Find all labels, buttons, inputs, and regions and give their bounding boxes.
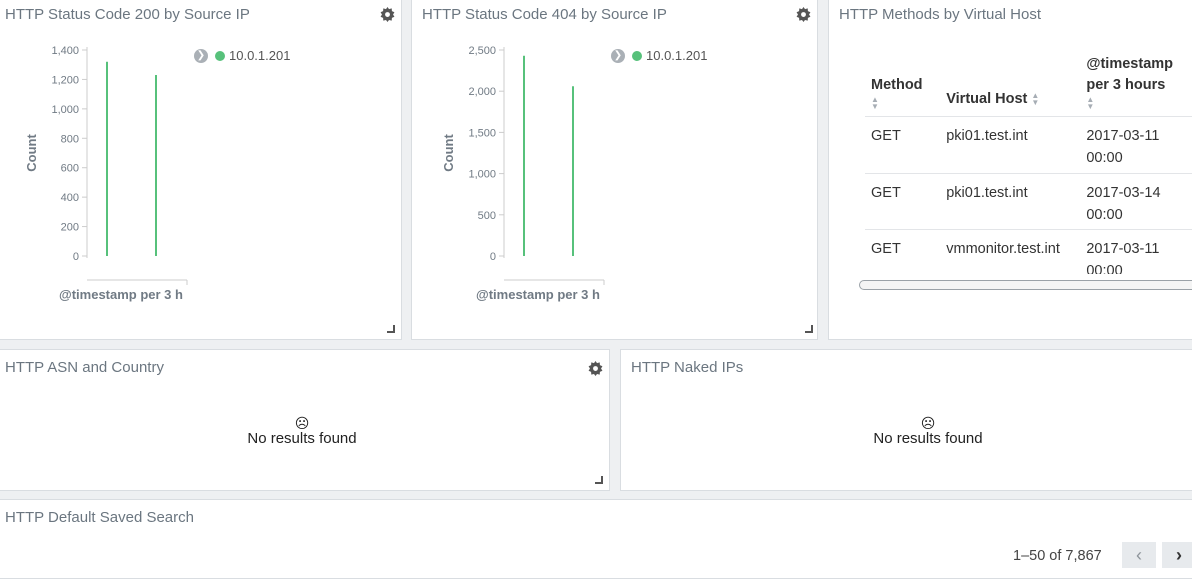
y-tick-label: 1,000 [468, 169, 496, 181]
y-tick-label: 800 [61, 133, 79, 145]
chevron-right-icon[interactable]: ❯ [194, 48, 208, 63]
table-row: GET pki01.test.int 2017-03-11 00:00 [865, 116, 1192, 174]
sort-icon[interactable]: ▲ ▼ [871, 96, 940, 111]
data-bar [523, 55, 525, 256]
y-tick-label: 0 [73, 251, 79, 263]
legend-color-dot [632, 50, 642, 61]
cell-timestamp: 2017-03-14 00:00 [1080, 173, 1192, 230]
data-bar [155, 75, 157, 256]
cell-time: 00:00 [1086, 150, 1123, 166]
column-header-virtual-host[interactable]: Virtual Host ▲ ▼ [940, 54, 1080, 117]
cell-host: pki01.test.int [940, 116, 1081, 174]
panel-methods-by-host: HTTP Methods by Virtual Host Method ▲ ▼ V… [828, 0, 1192, 340]
column-header-label: @timestamp [1086, 56, 1174, 72]
column-header-label: Method [871, 77, 923, 93]
y-tick-label: 1,400 [51, 45, 79, 57]
panel-status-200: HTTP Status Code 200 by Source IP 0 200 40… [0, 0, 402, 340]
gear-icon[interactable] [588, 361, 603, 376]
y-tick-label: 200 [61, 222, 79, 234]
legend-color-dot [215, 50, 225, 61]
y-axis-label: Count [24, 134, 39, 172]
column-header-label-2: per 3 hours [1086, 77, 1166, 93]
legend-label: 10.0.1.201 [229, 48, 291, 63]
panel-naked-ips: HTTP Naked IPs ☹ No results found [620, 349, 1192, 491]
x-axis-label: @timestamp per 3 h [476, 287, 600, 302]
chevron-right-icon[interactable]: ❯ [611, 48, 625, 63]
cell-time: 00:00 [1086, 263, 1123, 274]
chevron-right-icon[interactable]: › [1162, 542, 1192, 568]
cell-method: GET [865, 229, 941, 274]
y-tick-label: 1,000 [51, 104, 79, 116]
panel-title: HTTP Methods by Virtual Host [839, 6, 1042, 23]
cell-date: 2017-03-11 [1086, 128, 1160, 144]
x-axis-label: @timestamp per 3 h [59, 287, 183, 302]
y-axis-label: Count [441, 134, 456, 172]
resize-handle[interactable] [387, 325, 395, 333]
no-results-text: No results found [247, 430, 357, 447]
resize-handle[interactable] [805, 325, 813, 333]
pagination-text: 1–50 of 7,867 [1013, 548, 1102, 564]
cell-method: GET [865, 173, 941, 230]
cell-date: 2017-03-14 [1086, 185, 1161, 201]
y-tick-label: 1,500 [468, 127, 496, 139]
cell-host: vmmonitor.test.int [940, 229, 1081, 274]
cell-host: pki01.test.int [940, 173, 1081, 230]
cell-method: GET [865, 116, 941, 174]
chevron-left-icon[interactable]: ‹ [1122, 542, 1156, 568]
panel-asn-country: HTTP ASN and Country ☹ No results found [0, 349, 610, 491]
table-viewport: Method ▲ ▼ Virtual Host ▲ ▼ @timestamp per… [865, 54, 1192, 274]
y-tick-label: 0 [490, 251, 496, 263]
table-row: GET vmmonitor.test.int 2017-03-11 00:00 [865, 229, 1192, 274]
table-row: GET pki01.test.int 2017-03-14 00:00 [865, 173, 1192, 230]
panel-saved-search: HTTP Default Saved Search 1–50 of 7,867 … [0, 499, 1192, 579]
sort-icon[interactable]: ▲ ▼ [1086, 96, 1192, 111]
cell-date: 2017-03-11 [1086, 241, 1160, 257]
methods-table: Method ▲ ▼ Virtual Host ▲ ▼ @timestamp per… [865, 54, 1192, 274]
legend-item[interactable]: ❯ 10.0.1.201 [611, 48, 707, 63]
panel-title: HTTP Naked IPs [631, 359, 744, 376]
sort-icon[interactable]: ▲ ▼ [1031, 92, 1039, 107]
horizontal-scrollbar[interactable] [859, 280, 1192, 290]
data-bar [106, 61, 108, 257]
data-bar [572, 86, 574, 256]
y-tick-label: 1,200 [51, 74, 79, 86]
panel-title: HTTP Default Saved Search [5, 509, 194, 526]
y-tick-label: 600 [61, 163, 79, 175]
y-tick-label: 400 [61, 192, 79, 204]
cell-timestamp: 2017-03-11 00:00 [1080, 116, 1192, 174]
column-header-timestamp[interactable]: @timestamp per 3 hours ▲ ▼ [1080, 54, 1192, 117]
resize-handle[interactable] [595, 476, 603, 484]
y-tick-label: 2,000 [468, 86, 496, 98]
column-header-method[interactable]: Method ▲ ▼ [865, 54, 940, 117]
cell-timestamp: 2017-03-11 00:00 [1080, 229, 1192, 274]
cell-time: 00:00 [1086, 207, 1123, 223]
panel-status-404: HTTP Status Code 404 by Source IP 0 500 1,… [411, 0, 818, 340]
panel-title: HTTP ASN and Country [5, 359, 164, 376]
legend-item[interactable]: ❯ 10.0.1.201 [194, 48, 290, 63]
y-tick-label: 500 [478, 210, 496, 222]
legend-label: 10.0.1.201 [646, 48, 708, 63]
column-header-label: Virtual Host [946, 91, 1028, 107]
no-results-text: No results found [873, 430, 983, 447]
y-tick-label: 2,500 [468, 45, 496, 57]
